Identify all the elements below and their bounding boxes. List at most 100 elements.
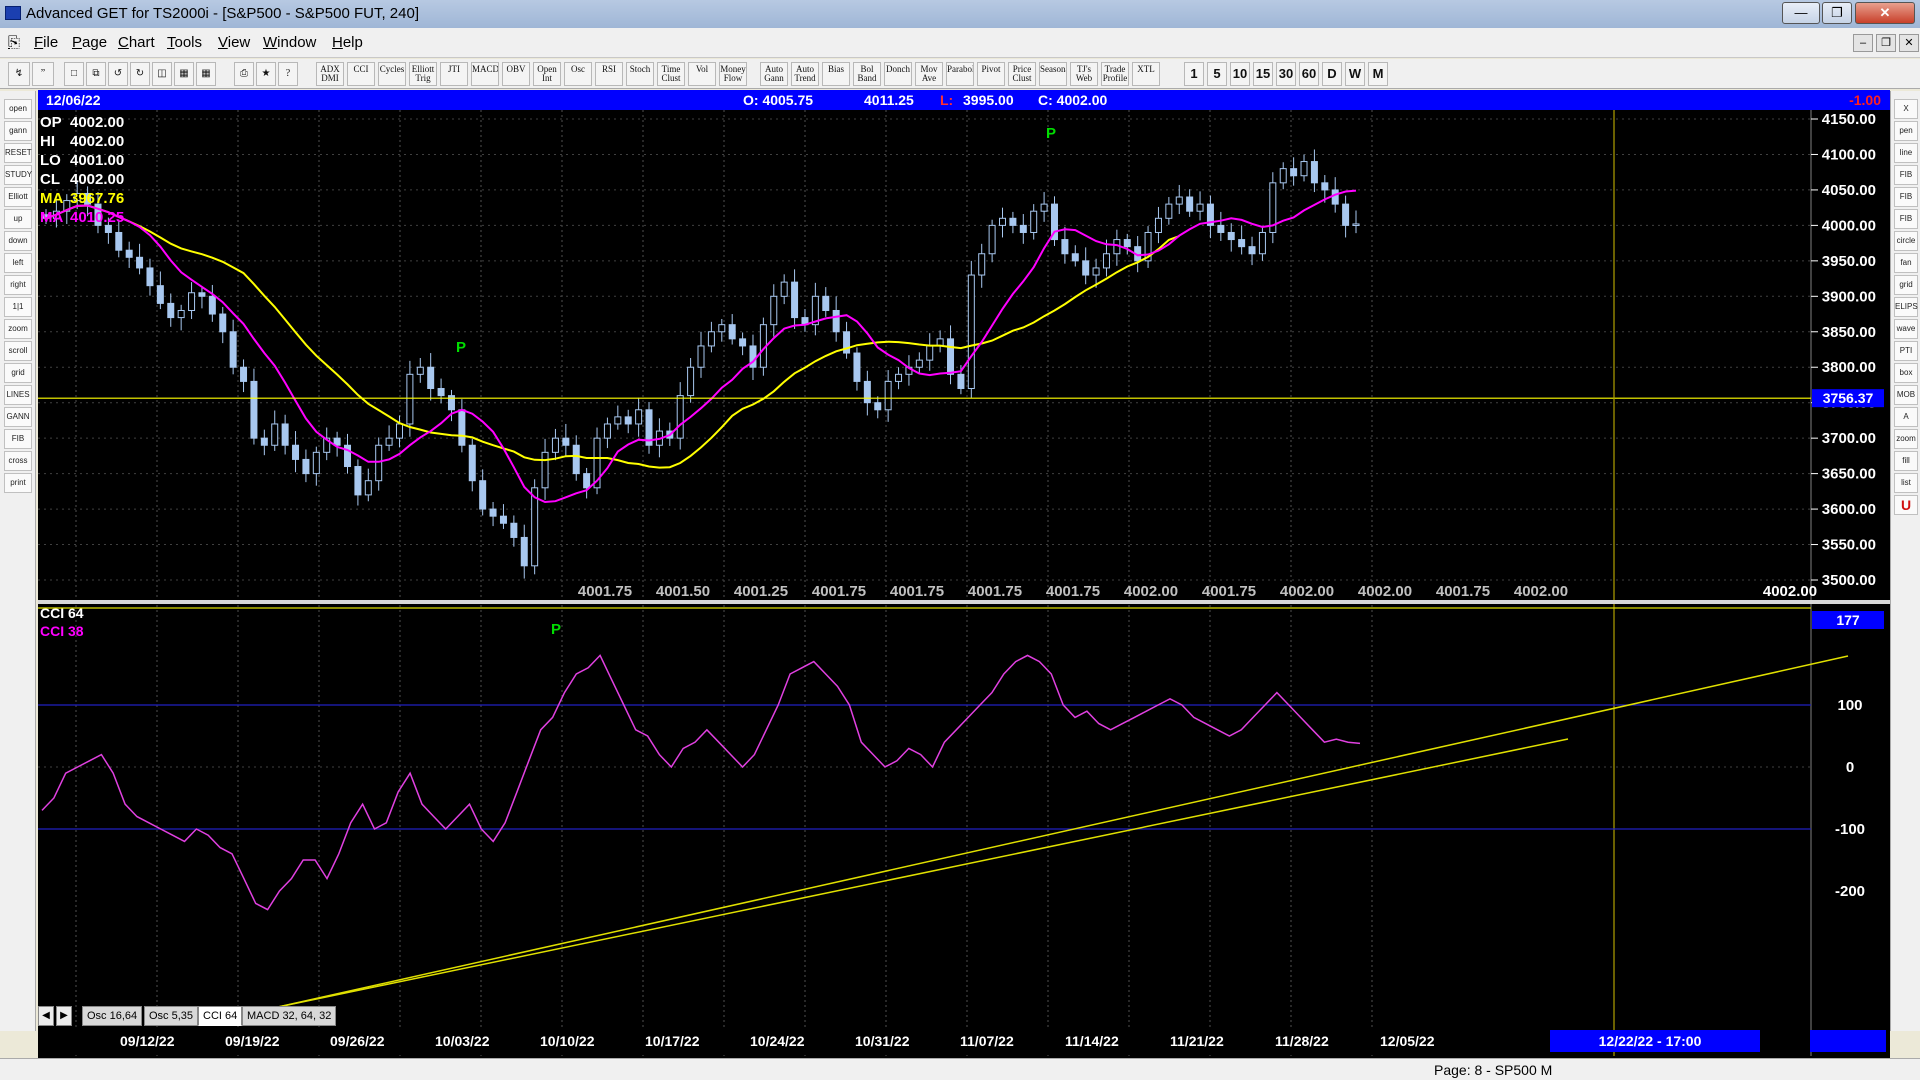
tab-scroll-right-icon[interactable]: ▶ <box>56 1006 72 1026</box>
right-tool-x-icon[interactable]: X <box>1894 99 1918 119</box>
study-button-pivot[interactable]: Pivot <box>977 62 1005 86</box>
right-tool-grid-icon[interactable]: grid <box>1894 275 1918 295</box>
left-tool-fib-icon[interactable]: FIB <box>4 429 32 449</box>
menu-page[interactable]: Page <box>72 34 107 51</box>
light-icon[interactable]: ★ <box>256 62 276 86</box>
study-button-price-clust[interactable]: Price Clust <box>1008 62 1036 86</box>
left-tool-right-icon[interactable]: right <box>4 275 32 295</box>
cascade-icon[interactable]: ▦ <box>174 62 194 86</box>
study-button-auto-gann[interactable]: Auto Gann <box>760 62 788 86</box>
study-button-bias[interactable]: Bias <box>822 62 850 86</box>
left-tool-gann-icon[interactable]: GANN <box>4 407 32 427</box>
menu-help[interactable]: Help <box>332 34 363 51</box>
study-button-money-flow[interactable]: Money Flow <box>719 62 747 86</box>
tab-macd[interactable]: MACD 32, 64, 32 <box>242 1006 337 1026</box>
interval-button-d[interactable]: D <box>1322 62 1342 86</box>
right-tool-line-icon[interactable]: line <box>1894 143 1918 163</box>
study-button-jti[interactable]: JTI <box>440 62 468 86</box>
chart-area[interactable]: 12/06/22 O: 4005.75 4011.25 L: 3995.00 C… <box>38 90 1890 1058</box>
interval-button-w[interactable]: W <box>1345 62 1365 86</box>
grid-icon[interactable]: ▦ <box>196 62 216 86</box>
back-icon[interactable]: ↺ <box>108 62 128 86</box>
menu-chart[interactable]: Chart <box>118 34 155 51</box>
tab-osc-16-64[interactable]: Osc 16,64 <box>82 1006 143 1026</box>
study-button-auto-trend[interactable]: Auto Trend <box>791 62 819 86</box>
maximize-button[interactable]: ❐ <box>1822 2 1852 24</box>
tab-osc-5-35[interactable]: Osc 5,35 <box>144 1006 199 1026</box>
right-tool-pti-icon[interactable]: PTI <box>1894 341 1918 361</box>
right-tool-fill-icon[interactable]: fill <box>1894 451 1918 471</box>
minimize-button[interactable]: — <box>1782 2 1820 24</box>
interval-button-60[interactable]: 60 <box>1299 62 1319 86</box>
tile-icon[interactable]: ◫ <box>152 62 172 86</box>
study-button-stoch[interactable]: Stoch <box>626 62 654 86</box>
right-tool-fan-icon[interactable]: fan <box>1894 253 1918 273</box>
left-tool-up-icon[interactable]: up <box>4 209 32 229</box>
left-tool-down-icon[interactable]: down <box>4 231 32 251</box>
study-button-bol-band[interactable]: Bol Band <box>853 62 881 86</box>
study-button-donch[interactable]: Donch <box>884 62 912 86</box>
study-button-open-int[interactable]: Open Int <box>533 62 561 86</box>
study-button-time-clust[interactable]: Time Clust <box>657 62 685 86</box>
mdi-close-button[interactable]: ✕ <box>1899 34 1919 52</box>
study-button-vol[interactable]: Vol <box>688 62 716 86</box>
interval-button-1[interactable]: 1 <box>1184 62 1204 86</box>
left-tool-1-1-icon[interactable]: 1|1 <box>4 297 32 317</box>
left-tool-lines-icon[interactable]: LINES <box>4 385 32 405</box>
new-page-icon[interactable]: □ <box>64 62 84 86</box>
study-button-elliott-trig[interactable]: Elliott Trig <box>409 62 437 86</box>
study-button-trade-profile[interactable]: Trade Profile <box>1101 62 1129 86</box>
forward-icon[interactable]: ↻ <box>130 62 150 86</box>
pointer-icon[interactable]: ↯ <box>8 62 30 86</box>
print-icon[interactable]: ⎙ <box>234 62 254 86</box>
left-tool-gann-icon[interactable]: gann <box>4 121 32 141</box>
copy-icon[interactable]: ⧉ <box>86 62 106 86</box>
study-button-obv[interactable]: OBV <box>502 62 530 86</box>
menu-tools[interactable]: Tools <box>167 34 202 51</box>
tab-scroll-left-icon[interactable]: ◀ <box>38 1006 54 1026</box>
interval-button-30[interactable]: 30 <box>1276 62 1296 86</box>
right-tool-elips-icon[interactable]: ELIPS <box>1894 297 1918 317</box>
interval-button-m[interactable]: M <box>1368 62 1388 86</box>
menu-file[interactable]: File <box>34 34 58 51</box>
interval-button-5[interactable]: 5 <box>1207 62 1227 86</box>
right-tool-wave-icon[interactable]: wave <box>1894 319 1918 339</box>
study-button-rsi[interactable]: RSI <box>595 62 623 86</box>
study-button-parabolic[interactable]: Parabolic <box>946 62 974 86</box>
study-button-tj-s-web[interactable]: TJ's Web <box>1070 62 1098 86</box>
study-button-seasonals[interactable]: Seasonals <box>1039 62 1067 86</box>
right-tool-fib-ext-icon[interactable]: FIB EXT <box>1894 187 1918 219</box>
right-tool-fib-time-icon[interactable]: FIB TIME <box>1894 209 1918 241</box>
app-menu-icon[interactable]: ⎘ <box>8 34 20 51</box>
study-button-macd[interactable]: MACD <box>471 62 499 86</box>
right-tool-a-icon[interactable]: A <box>1894 407 1918 427</box>
left-tool-cross-icon[interactable]: cross <box>4 451 32 471</box>
interval-button-10[interactable]: 10 <box>1230 62 1250 86</box>
left-tool-elliott-icon[interactable]: Elliott <box>4 187 32 207</box>
right-tool-fib-ret-icon[interactable]: FIB RET <box>1894 165 1918 197</box>
mdi-minimize-button[interactable]: – <box>1853 34 1873 52</box>
study-button-cycles[interactable]: Cycles <box>378 62 406 86</box>
quote-icon[interactable]: ” <box>32 62 54 86</box>
tab-cci-64[interactable]: CCI 64 <box>198 1006 243 1026</box>
mdi-restore-button[interactable]: ❐ <box>1876 34 1896 52</box>
left-tool-reset-icon[interactable]: RESET <box>4 143 32 163</box>
right-tool-mob-icon[interactable]: MOB <box>1894 385 1918 405</box>
right-tool-box-icon[interactable]: box <box>1894 363 1918 383</box>
study-button-adx-dmi[interactable]: ADX DMI <box>316 62 344 86</box>
right-tool-pen-icon[interactable]: pen <box>1894 121 1918 141</box>
right-tool-zoom-icon[interactable]: zoom <box>1894 429 1918 449</box>
study-button-cci[interactable]: CCI <box>347 62 375 86</box>
left-tool-print-icon[interactable]: print <box>4 473 32 493</box>
study-button-xtl[interactable]: XTL <box>1132 62 1160 86</box>
study-button-mov-ave[interactable]: Mov Ave <box>915 62 943 86</box>
left-tool-grid-icon[interactable]: grid <box>4 363 32 383</box>
left-tool-open-icon[interactable]: open <box>4 99 32 119</box>
right-tool-circle-icon[interactable]: circle <box>1894 231 1918 251</box>
pane-separator[interactable] <box>38 600 1890 604</box>
study-button-osc[interactable]: Osc <box>564 62 592 86</box>
help-icon[interactable]: ? <box>278 62 298 86</box>
left-tool-left-icon[interactable]: left <box>4 253 32 273</box>
close-button[interactable]: ✕ <box>1855 2 1915 24</box>
left-tool-study-icon[interactable]: STUDY <box>4 165 32 185</box>
